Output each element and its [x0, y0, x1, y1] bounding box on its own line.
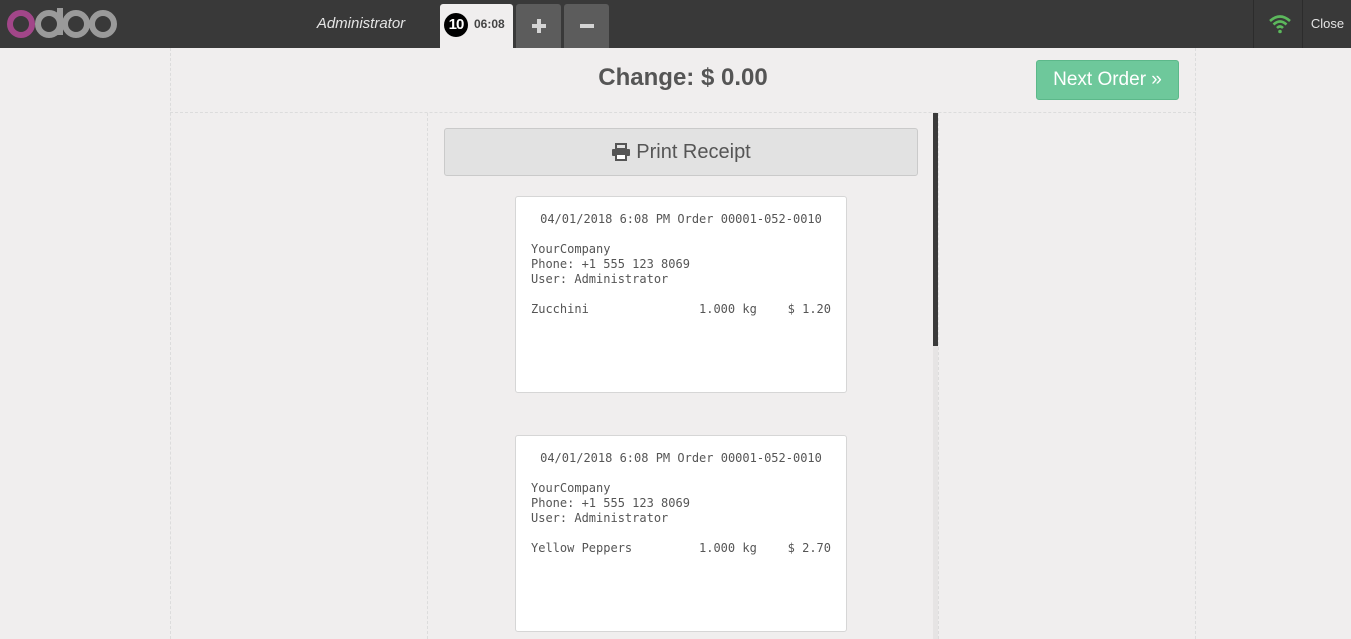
print-receipt-button[interactable]: Print Receipt [444, 128, 918, 176]
close-button[interactable]: Close [1304, 0, 1351, 48]
scrollbar-thumb[interactable] [933, 113, 938, 346]
receipt-company: YourCompany [531, 481, 611, 495]
topbar-divider [1302, 0, 1303, 48]
receipt-phone: Phone: +1 555 123 8069 [531, 257, 690, 271]
remove-order-button[interactable] [564, 4, 609, 48]
pos-topbar: Administrator 10 06:08 Close [0, 0, 1351, 48]
minus-icon [579, 24, 594, 28]
order-sequence-badge: 10 [444, 13, 468, 37]
change-amount: Change: $ 0.00 [598, 64, 768, 91]
receipt-user: User: Administrator [531, 272, 669, 286]
receipt-line-price: $ 2.70 [787, 541, 831, 555]
receipt-header: 04/01/2018 6:08 PM Order 00001-052-0010 [540, 212, 822, 226]
receipt-line-price: $ 1.20 [787, 302, 831, 316]
receipt-line-quantity: 1.000 kg [699, 302, 757, 316]
odoo-logo [7, 8, 117, 38]
cashier-name[interactable]: Administrator [300, 0, 422, 48]
receipt-line-product: Yellow Peppers [531, 541, 633, 555]
receipt-ticket: 04/01/2018 6:08 PM Order 00001-052-0010 … [515, 435, 847, 632]
next-order-button[interactable]: Next Order » [1036, 60, 1179, 100]
receipt-company: YourCompany [531, 242, 611, 256]
receipt-line-quantity: 1.000 kg [699, 541, 757, 555]
receipt-line-product: Zucchini [531, 302, 589, 316]
receipt-phone: Phone: +1 555 123 8069 [531, 496, 690, 510]
printer-icon [612, 143, 631, 161]
wifi-icon[interactable] [1268, 14, 1292, 34]
receipt-header: 04/01/2018 6:08 PM Order 00001-052-0010 [540, 451, 822, 465]
print-receipt-label: Print Receipt [636, 140, 751, 163]
topbar-divider [1253, 0, 1254, 48]
order-time: 06:08 [474, 17, 505, 31]
receipt-user: User: Administrator [531, 511, 669, 525]
order-tab[interactable]: 10 06:08 [440, 4, 513, 48]
add-order-button[interactable] [516, 4, 561, 48]
receipt-ticket: 04/01/2018 6:08 PM Order 00001-052-0010 … [515, 196, 847, 393]
plus-icon [531, 19, 546, 33]
